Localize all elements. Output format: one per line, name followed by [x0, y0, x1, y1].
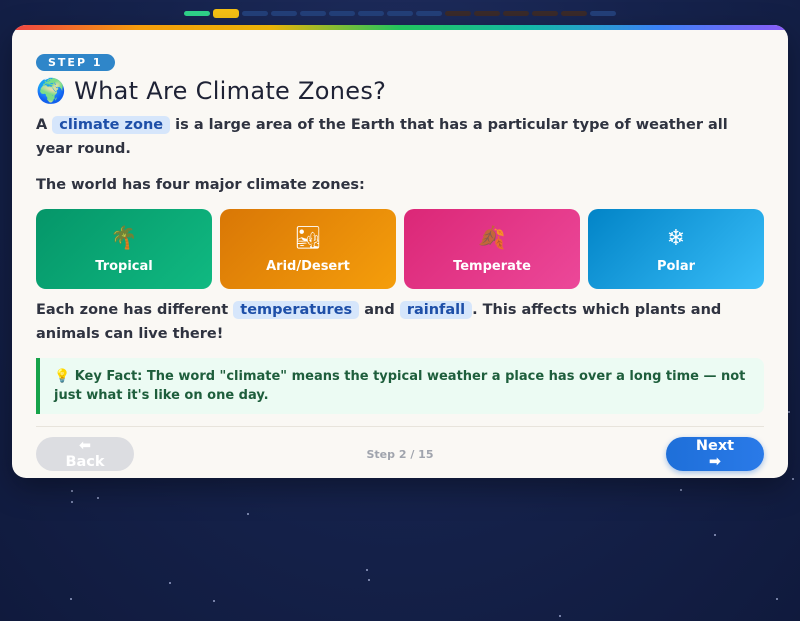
highlight-climate-zone: climate zone [52, 116, 171, 134]
progress-segment [242, 11, 268, 16]
zone-card-temperate[interactable]: 🍂 Temperate [404, 209, 580, 289]
leaf-icon: 🍂 [478, 225, 506, 251]
highlight-temperatures: temperatures [233, 301, 360, 319]
progress-segment [387, 11, 413, 16]
progress-segment [474, 11, 500, 16]
effects-paragraph: Each zone has different temperatures and… [36, 298, 764, 346]
progress-segment [300, 11, 326, 16]
zone-label: Polar [656, 258, 696, 274]
progress-segment [358, 11, 384, 16]
progress-segment [271, 11, 297, 16]
zone-label: Temperate [453, 258, 531, 274]
progress-segment [329, 11, 355, 16]
zone-label: Tropical [95, 258, 153, 274]
progress-segment [213, 9, 239, 18]
progress-segment [590, 11, 616, 16]
progress-segment [503, 11, 529, 16]
zone-card-tropical[interactable]: 🌴 Tropical [36, 209, 212, 289]
progress-segment [532, 11, 558, 16]
snowflake-icon: ❄ [666, 225, 686, 251]
zone-card-arid[interactable]: 🏜 Arid/Desert [220, 209, 396, 289]
page-title: 🌍 What Are Climate Zones? [36, 77, 764, 105]
key-fact-callout: 💡 Key Fact: The word "climate" means the… [36, 358, 764, 414]
next-button[interactable]: Next ➡ [665, 437, 764, 471]
effects-mid: and [364, 302, 395, 318]
zones-heading: The world has four major climate zones: [36, 177, 365, 193]
progress-segment [416, 11, 442, 16]
effects-prefix: Each zone has different [36, 302, 229, 318]
zone-cards: 🌴 Tropical 🏜 Arid/Desert 🍂 Temperate ❄ P… [36, 209, 764, 289]
palm-tree-icon: 🌴 [110, 225, 138, 251]
title-text: 🌍 What Are Climate Zones? [36, 77, 387, 105]
progress-segment [445, 11, 471, 16]
lesson-card: STEP 1 🌍 What Are Climate Zones? A clima… [12, 25, 788, 478]
zone-label: Arid/Desert [266, 258, 350, 274]
highlight-rainfall: rainfall [399, 301, 473, 319]
desert-icon: 🏜 [294, 225, 322, 251]
card-footer: ⬅ Back Step 2 / 15 Next ➡ [36, 426, 764, 471]
progress-bar [184, 9, 616, 18]
progress-segment [561, 11, 587, 16]
intro-prefix: A [36, 117, 48, 133]
step-counter: Step 2 / 15 [366, 447, 434, 461]
progress-segment [184, 11, 210, 16]
step-badge: STEP 1 [36, 54, 115, 71]
zone-card-polar[interactable]: ❄ Polar [588, 209, 764, 289]
intro-paragraph: A climate zone is a large area of the Ea… [36, 113, 764, 161]
back-button[interactable]: ⬅ Back [36, 437, 134, 471]
